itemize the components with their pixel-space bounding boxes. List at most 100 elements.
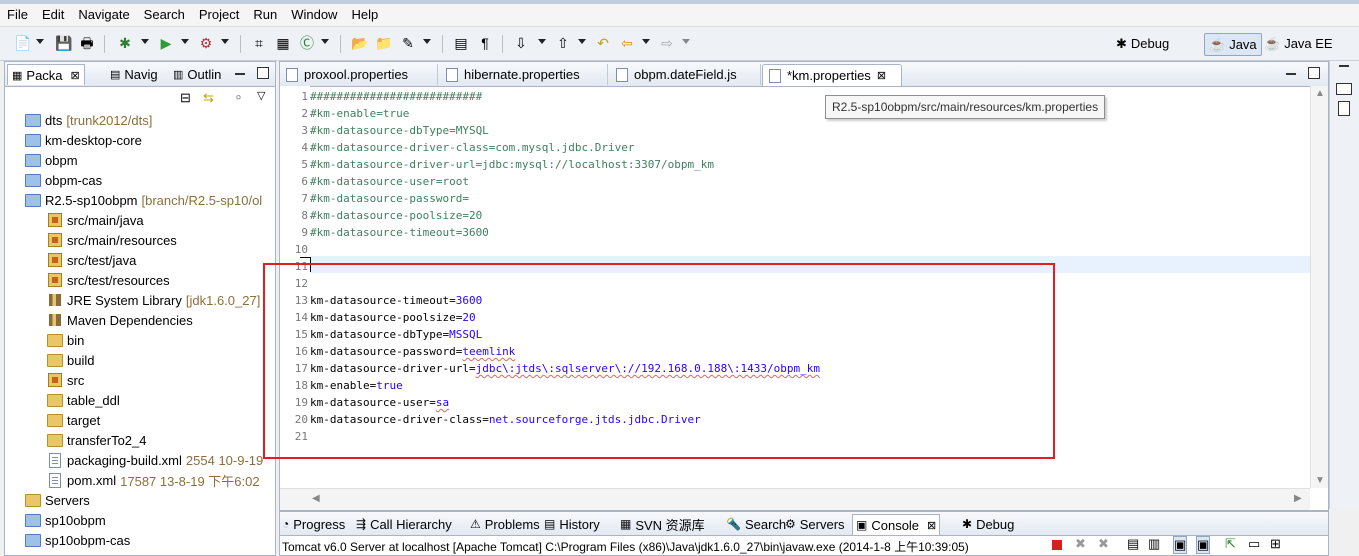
close-icon[interactable]: ⊠ bbox=[877, 69, 886, 82]
close-icon[interactable]: ⊠ bbox=[927, 519, 936, 532]
task-list-icon[interactable] bbox=[1338, 101, 1350, 116]
menu-run[interactable]: Run bbox=[246, 4, 284, 26]
debug-run-icon[interactable]: ✱ bbox=[116, 34, 134, 52]
tree-item[interactable]: sp10obpm bbox=[25, 510, 106, 530]
editor-tab-proxool[interactable]: proxool.properties bbox=[280, 64, 438, 85]
tree-item[interactable]: R2.5-sp10obpm [branch/R2.5-sp10/ol bbox=[25, 190, 262, 210]
open-type-icon[interactable]: 📂 bbox=[351, 34, 369, 52]
link-with-editor-icon[interactable]: ⇆ bbox=[203, 90, 214, 106]
scroll-left-icon[interactable]: ◀ bbox=[312, 493, 320, 504]
new-icon[interactable]: 📄 bbox=[14, 34, 32, 52]
search-dropdown-icon[interactable] bbox=[423, 39, 431, 44]
show-on-output-icon[interactable]: ▣ bbox=[1173, 536, 1188, 554]
next-annotation-dropdown-icon[interactable] bbox=[538, 39, 546, 44]
tree-item[interactable]: km-desktop-core bbox=[25, 130, 142, 150]
bottom-tab-console[interactable]: ▣ Console ⊠ bbox=[852, 514, 941, 535]
menu-help[interactable]: Help bbox=[344, 4, 385, 26]
tree-item[interactable]: sp10obpm-cas bbox=[25, 530, 130, 550]
toggle-mark-occurrences-icon[interactable]: ▤ bbox=[452, 34, 470, 52]
close-icon[interactable]: ⊠ bbox=[71, 69, 80, 82]
forward-icon[interactable]: ⇨ bbox=[658, 34, 676, 52]
menu-search[interactable]: Search bbox=[137, 4, 192, 26]
run-dropdown-icon[interactable] bbox=[181, 39, 189, 44]
perspective-java[interactable]: ☕ Java bbox=[1204, 33, 1262, 56]
new-class-icon[interactable]: Ⓒ bbox=[298, 34, 316, 52]
terminate-icon[interactable] bbox=[1052, 540, 1062, 550]
display-selected-console-icon[interactable]: ▭ bbox=[1248, 536, 1260, 552]
forward-dropdown-icon[interactable] bbox=[682, 39, 690, 44]
last-edit-location-icon[interactable]: ↶ bbox=[594, 34, 612, 52]
show-on-error-icon[interactable]: ▣ bbox=[1196, 536, 1211, 554]
bottom-tab-svn[interactable]: ▦ SVN 资源库 bbox=[620, 514, 705, 534]
back-icon[interactable]: ⇦ bbox=[618, 34, 636, 52]
menu-project[interactable]: Project bbox=[192, 4, 246, 26]
view-menu-icon[interactable]: ▽ bbox=[257, 89, 265, 102]
menu-edit[interactable]: Edit bbox=[35, 4, 71, 26]
save-icon[interactable]: 💾 bbox=[55, 34, 73, 52]
editor-tab-hibernate[interactable]: hibernate.properties bbox=[440, 64, 608, 85]
tab-outline[interactable]: ▥ Outlin bbox=[173, 64, 221, 84]
new-package-icon[interactable]: ▦ bbox=[274, 34, 292, 52]
print-icon[interactable]: 🖶 bbox=[78, 34, 96, 52]
tree-item[interactable]: obpm-cas bbox=[25, 170, 102, 190]
bottom-tab-servers[interactable]: ⚙ Servers bbox=[785, 514, 845, 534]
tree-item[interactable]: packaging-build.xml 2554 10-9-19 bbox=[47, 450, 263, 470]
external-tools-icon[interactable]: ⚙ bbox=[197, 34, 215, 52]
collapse-all-icon[interactable]: ⊟ bbox=[180, 90, 191, 106]
new-java-project-icon[interactable]: ⌗ bbox=[250, 34, 268, 52]
tree-item[interactable]: dts [trunk2012/dts] bbox=[25, 110, 152, 130]
menu-file[interactable]: File bbox=[0, 4, 35, 26]
scroll-lock-icon[interactable]: ▥ bbox=[1148, 536, 1160, 552]
previous-annotation-dropdown-icon[interactable] bbox=[578, 39, 586, 44]
tree-item[interactable]: src/main/java bbox=[47, 210, 144, 230]
scroll-up-icon[interactable]: ▲ bbox=[1315, 88, 1325, 99]
back-dropdown-icon[interactable] bbox=[642, 39, 650, 44]
new-class-dropdown-icon[interactable] bbox=[321, 39, 329, 44]
horizontal-scrollbar[interactable]: ◀ ▶ bbox=[280, 488, 1310, 510]
search-icon[interactable]: ✎ bbox=[399, 34, 417, 52]
minimize-icon[interactable] bbox=[1339, 65, 1349, 67]
editor-tab-obpm-datefield[interactable]: obpm.dateField.js bbox=[610, 64, 761, 85]
editor-tab-km-properties[interactable]: *km.properties ⊠ bbox=[762, 64, 902, 86]
external-tools-dropdown-icon[interactable] bbox=[221, 39, 229, 44]
menu-navigate[interactable]: Navigate bbox=[71, 4, 136, 26]
focus-icon[interactable]: ⚬ bbox=[233, 90, 244, 106]
scroll-right-icon[interactable]: ▶ bbox=[1294, 493, 1302, 504]
tree-item[interactable]: transferTo2_4 bbox=[47, 430, 147, 450]
clear-console-icon[interactable]: ▤ bbox=[1127, 536, 1139, 552]
minimize-icon[interactable] bbox=[235, 73, 245, 75]
previous-annotation-icon[interactable]: ⇧ bbox=[554, 34, 572, 52]
pin-console-icon[interactable]: ⇱ bbox=[1225, 536, 1236, 552]
bottom-tab-problems[interactable]: ⚠ Problems bbox=[470, 514, 540, 534]
restore-icon[interactable] bbox=[1336, 83, 1352, 95]
new-dropdown-icon[interactable] bbox=[36, 39, 44, 44]
tree-item[interactable]: src/test/resources bbox=[47, 270, 170, 290]
vertical-scrollbar[interactable]: ▲ ▼ bbox=[1310, 86, 1328, 488]
tab-package-explorer[interactable]: ▦ Packa ⊠ bbox=[7, 64, 85, 85]
next-annotation-icon[interactable]: ⇩ bbox=[512, 34, 530, 52]
scroll-down-icon[interactable]: ▼ bbox=[1315, 475, 1325, 486]
tree-item[interactable]: Servers bbox=[25, 490, 90, 510]
maximize-icon[interactable] bbox=[257, 67, 269, 79]
tree-item[interactable]: JRE System Library [jdk1.6.0_27] bbox=[47, 290, 260, 310]
open-task-icon[interactable]: 📁 bbox=[375, 34, 393, 52]
tree-item[interactable]: pom.xml 17587 13-8-19 下午6:02 bbox=[47, 470, 260, 490]
tree-item[interactable]: Maven Dependencies bbox=[47, 310, 193, 330]
tree-item[interactable]: src/test/java bbox=[47, 250, 136, 270]
bottom-tab-debug[interactable]: ✱ Debug bbox=[962, 514, 1014, 534]
perspective-java-ee[interactable]: ☕ Java EE bbox=[1260, 33, 1337, 54]
tree-item[interactable]: target bbox=[47, 410, 100, 430]
bottom-tab-search[interactable]: 🔦 Search bbox=[726, 514, 786, 534]
run-icon[interactable]: ▶ bbox=[157, 34, 175, 52]
remove-all-icon[interactable]: ✖ bbox=[1098, 536, 1109, 552]
tree-item[interactable]: table_ddl bbox=[47, 390, 120, 410]
bottom-tab-history[interactable]: ▤ History bbox=[544, 514, 600, 534]
remove-launch-icon[interactable]: ✖ bbox=[1075, 536, 1086, 552]
tree-item[interactable]: build bbox=[47, 350, 94, 370]
tree-item[interactable]: src/main/resources bbox=[47, 230, 177, 250]
menu-window[interactable]: Window bbox=[284, 4, 344, 26]
tree-item[interactable]: obpm bbox=[25, 150, 78, 170]
maximize-icon[interactable] bbox=[1308, 67, 1320, 79]
debug-dropdown-icon[interactable] bbox=[141, 39, 149, 44]
perspective-debug[interactable]: ✱ Debug bbox=[1112, 33, 1173, 54]
